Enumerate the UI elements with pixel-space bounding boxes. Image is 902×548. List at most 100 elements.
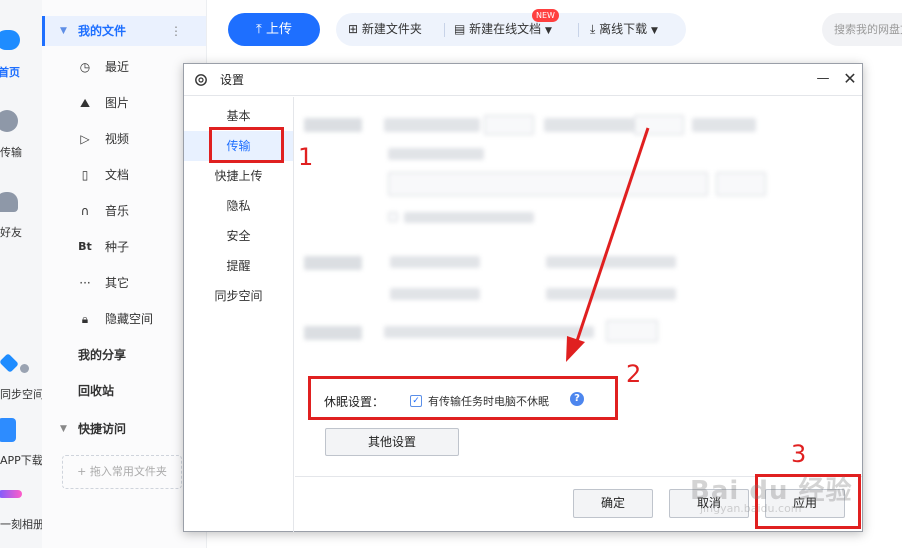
settings-dialog: 设置 — ✕ 基本 传输 快捷上传 隐私 安全 提醒 同步空间 休眠设置： ✓ … xyxy=(183,63,863,532)
blurred-transfer-settings xyxy=(296,98,861,368)
sidebar-item-label: 隐藏空间 xyxy=(105,312,154,326)
new-folder-button[interactable]: ⊞ 新建文件夹 xyxy=(348,13,422,46)
annotation-number: 3 xyxy=(791,440,807,468)
offline-download-button[interactable]: ⤓ 离线下载 ▼ xyxy=(590,13,658,46)
blurred-block xyxy=(544,118,634,132)
tab-quick-upload[interactable]: 快捷上传 xyxy=(184,161,293,191)
blurred-block xyxy=(388,148,484,160)
folder-plus-icon: ⊞ xyxy=(348,22,359,36)
sidebar-item-label: 快捷访问 xyxy=(78,422,127,436)
sidebar-item-recent[interactable]: ◷ 最近 xyxy=(42,52,206,82)
blurred-block xyxy=(404,212,534,223)
annotation-box-sleep-setting xyxy=(308,376,618,420)
blurred-block xyxy=(304,326,362,340)
dialog-title-bar: 设置 — ✕ xyxy=(184,64,862,96)
friends-icon[interactable] xyxy=(0,192,18,212)
annotation-number: 2 xyxy=(626,360,642,388)
blurred-block xyxy=(304,118,362,132)
new-online-doc-label: 新建在线文档 xyxy=(469,22,542,36)
toolbar-divider xyxy=(444,23,445,37)
rail-friends-label: 好友 xyxy=(0,226,22,239)
cloud-icon[interactable] xyxy=(0,30,20,50)
rail-home[interactable]: 首页 xyxy=(0,64,42,80)
rail-transfer-label: 传输 xyxy=(0,146,22,159)
sidebar-item-label: 音乐 xyxy=(105,204,130,218)
sidebar-item-label: 种子 xyxy=(105,240,130,254)
more-dots-icon: ··· xyxy=(79,276,91,290)
rail-album-label: 一刻相册 xyxy=(0,518,44,531)
sidebar-item-music[interactable]: ∩ 音乐 xyxy=(42,196,206,226)
tab-privacy[interactable]: 隐私 xyxy=(184,191,293,221)
upload-icon: ⤒ xyxy=(256,22,262,37)
blurred-block xyxy=(546,288,676,300)
close-icon[interactable]: ✕ xyxy=(839,64,861,96)
sidebar-item-label: 文档 xyxy=(105,168,130,182)
rail-friends[interactable]: 好友 xyxy=(0,224,42,240)
tab-security[interactable]: 安全 xyxy=(184,221,293,251)
sidebar-item-label: 我的文件 xyxy=(78,24,127,38)
blurred-block xyxy=(692,118,756,132)
sidebar-item-label: 最近 xyxy=(105,60,130,74)
blurred-input xyxy=(388,172,708,196)
rail-app-download-label: APP下载 xyxy=(0,454,43,467)
upload-button[interactable]: ⤒ 上传 xyxy=(228,13,320,46)
search-input[interactable]: 搜索我的网盘文件 xyxy=(822,13,902,46)
sidebar-item-docs[interactable]: ▯ 文档 xyxy=(42,160,206,190)
blurred-button xyxy=(716,172,766,196)
new-folder-label: 新建文件夹 xyxy=(361,22,422,36)
sidebar-item-label: 图片 xyxy=(105,96,130,110)
blurred-block xyxy=(390,288,480,300)
annotation-box-transfer-tab xyxy=(209,127,284,163)
caret-down-icon: ▼ xyxy=(60,26,67,36)
doc-plus-icon: ▤ xyxy=(454,22,466,36)
sidebar-item-quick-access[interactable]: ▼ 快捷访问 xyxy=(42,414,206,444)
sync-badge-icon xyxy=(20,364,29,373)
left-rail: 首页 传输 好友 同步空间 APP下载 一刻相册 xyxy=(0,0,44,548)
upload-label: 上传 xyxy=(265,22,292,37)
phone-icon[interactable] xyxy=(0,418,16,442)
dialog-title: 设置 xyxy=(220,73,245,87)
rail-transfer[interactable]: 传输 xyxy=(0,144,42,160)
offline-download-label: 离线下载 xyxy=(599,22,648,36)
gear-icon xyxy=(195,74,207,86)
lock-icon: 🔒︎ xyxy=(81,312,89,326)
rail-sync-label: 同步空间 xyxy=(0,388,44,401)
rail-album[interactable]: 一刻相册 xyxy=(0,516,44,532)
sidebar-item-pictures[interactable]: ⛰ 图片 xyxy=(42,88,206,118)
play-icon: ▷ xyxy=(80,132,90,146)
blurred-block xyxy=(304,256,362,270)
sidebar-item-videos[interactable]: ▷ 视频 xyxy=(42,124,206,154)
document-icon: ▯ xyxy=(81,168,89,182)
headphones-icon: ∩ xyxy=(80,204,90,218)
sidebar-item-torrent[interactable]: Bt 种子 xyxy=(42,232,206,262)
sidebar-item-label: 其它 xyxy=(105,276,130,290)
ok-button[interactable]: 确定 xyxy=(573,489,653,518)
download-icon: ⤓ xyxy=(590,22,596,36)
caret-down-icon: ▼ xyxy=(60,424,67,434)
album-icon[interactable] xyxy=(0,490,22,498)
rail-app-download[interactable]: APP下载 xyxy=(0,452,43,468)
sidebar-item-my-files[interactable]: ▼ 我的文件 ⋮ xyxy=(42,16,206,46)
blurred-block xyxy=(390,256,480,268)
tab-reminder[interactable]: 提醒 xyxy=(184,251,293,281)
blurred-select xyxy=(484,115,534,135)
sidebar-item-label: 我的分享 xyxy=(78,348,127,362)
sidebar-item-my-share[interactable]: 我的分享 xyxy=(42,340,206,370)
sync-icon[interactable] xyxy=(0,353,19,373)
sidebar-item-recycle-bin[interactable]: 回收站 xyxy=(42,376,206,406)
sidebar-item-other[interactable]: ··· 其它 xyxy=(42,268,206,298)
sidebar-item-hidden-space[interactable]: 🔒︎ 隐藏空间 xyxy=(42,304,206,334)
blurred-block xyxy=(384,118,480,132)
rail-sync[interactable]: 同步空间 xyxy=(0,386,44,402)
quick-access-drop-zone[interactable]: + 拖入常用文件夹 xyxy=(62,455,182,489)
transfer-icon[interactable] xyxy=(0,110,18,132)
sidebar-item-label: 视频 xyxy=(105,132,130,146)
blurred-button xyxy=(606,320,658,342)
toolbar-group: ⊞ 新建文件夹 ▤ 新建在线文档 ▼ NEW ⤓ 离线下载 ▼ xyxy=(336,9,686,46)
other-settings-button[interactable]: 其他设置 xyxy=(325,428,459,456)
blurred-checkbox xyxy=(388,212,398,222)
annotation-number: 1 xyxy=(298,143,314,171)
tab-sync-space[interactable]: 同步空间 xyxy=(184,281,293,311)
minimize-icon[interactable]: — xyxy=(812,64,834,96)
more-icon[interactable]: ⋮ xyxy=(170,16,182,46)
